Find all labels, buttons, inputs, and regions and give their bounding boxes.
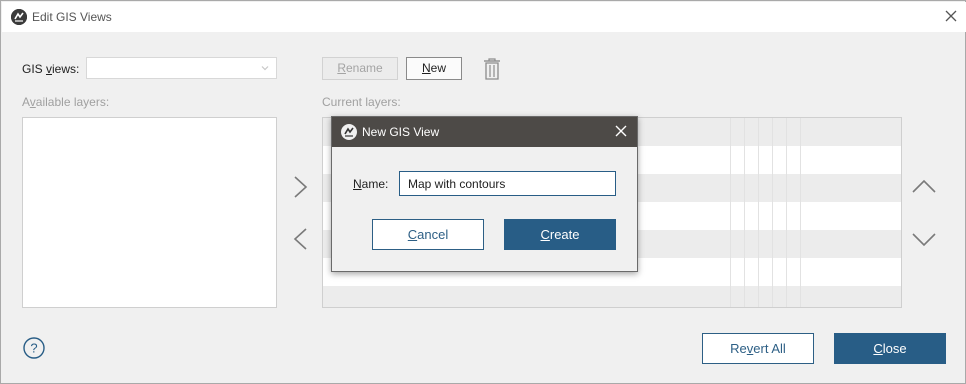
- create-mnemonic: C: [540, 227, 550, 242]
- app-logo-icon: [11, 9, 27, 25]
- cancel-button[interactable]: Cancel: [372, 219, 484, 250]
- gis-views-label-suffix: iews:: [52, 62, 80, 76]
- close-icon[interactable]: [614, 124, 628, 138]
- chevron-down-icon: [261, 66, 269, 71]
- svg-text:?: ?: [30, 341, 37, 356]
- modal-titlebar: New GIS View: [332, 117, 637, 147]
- rename-mnemonic: R: [337, 61, 346, 75]
- new-mnemonic: N: [421, 61, 431, 75]
- app-logo-icon: [341, 124, 357, 140]
- cancel-suffix: ancel: [417, 227, 449, 242]
- revert-all-button[interactable]: Revert All: [702, 333, 814, 364]
- name-label-mnemonic: N: [353, 177, 362, 191]
- available-layers-label-suffix: ailable layers:: [35, 95, 110, 109]
- edit-gis-views-dialog: Edit GIS Views GIS views: Rename New Ava…: [0, 0, 966, 384]
- gis-views-dropdown[interactable]: [86, 57, 277, 79]
- help-icon[interactable]: ?: [23, 337, 45, 359]
- add-layer-arrow-icon[interactable]: [290, 172, 312, 202]
- name-label-suffix: ame:: [361, 177, 389, 191]
- create-suffix: reate: [549, 227, 580, 242]
- gis-views-label: GIS views:: [22, 62, 79, 76]
- new-suffix: ew: [430, 61, 446, 75]
- modal-title: New GIS View: [362, 125, 440, 139]
- trash-icon[interactable]: [481, 56, 503, 82]
- gis-views-label-prefix: GIS: [22, 62, 47, 76]
- list-row: [323, 286, 901, 307]
- available-layers-label-prefix: A: [22, 95, 30, 109]
- column-divider: [730, 118, 731, 307]
- new-gis-view-dialog: New GIS View Name: Cancel Create: [331, 116, 638, 272]
- window-title: Edit GIS Views: [32, 10, 112, 24]
- create-button[interactable]: Create: [504, 219, 616, 250]
- move-down-icon[interactable]: [911, 229, 937, 249]
- revert-suffix: ert All: [753, 341, 786, 356]
- name-label: Name:: [353, 177, 388, 191]
- column-divider: [786, 118, 787, 307]
- name-input[interactable]: [399, 171, 616, 196]
- close-mnemonic: C: [873, 341, 883, 356]
- rename-suffix: ename: [345, 61, 383, 75]
- column-divider: [758, 118, 759, 307]
- column-divider: [772, 118, 773, 307]
- move-up-icon[interactable]: [911, 177, 937, 197]
- window-titlebar: Edit GIS Views: [2, 2, 966, 32]
- available-layers-list[interactable]: [22, 117, 277, 308]
- remove-layer-arrow-icon[interactable]: [290, 224, 312, 254]
- cancel-mnemonic: C: [407, 227, 418, 242]
- new-button[interactable]: New: [406, 57, 462, 80]
- close-icon[interactable]: [943, 8, 959, 24]
- column-divider: [744, 118, 745, 307]
- close-button[interactable]: Close: [834, 333, 946, 364]
- revert-prefix: Re: [730, 341, 747, 356]
- current-layers-label: Current layers:: [322, 95, 401, 109]
- available-layers-label: Available layers:: [22, 95, 109, 109]
- column-divider: [800, 118, 801, 307]
- rename-button[interactable]: Rename: [322, 57, 398, 80]
- close-suffix: lose: [882, 341, 907, 356]
